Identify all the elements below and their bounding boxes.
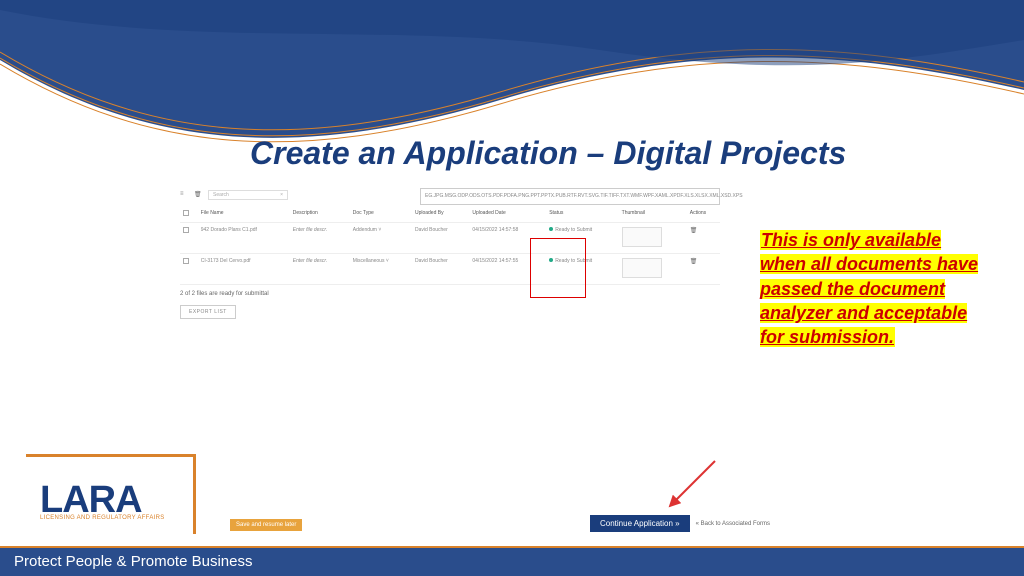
status-dot-icon (549, 227, 553, 231)
row-delete-icon[interactable]: 🗑 (690, 259, 698, 265)
col-description: Description (290, 206, 350, 223)
col-uploadeddate: Uploaded Date (469, 206, 546, 223)
thumbnail-image[interactable] (622, 227, 662, 247)
back-link[interactable]: « Back to Associated Forms (696, 521, 770, 527)
logo: LARA LICENSING AND REGULATORY AFFAIRS (40, 485, 165, 521)
table-header-row: File Name Description Doc Type Uploaded … (180, 206, 720, 223)
thumbnail-image[interactable] (622, 258, 662, 278)
status-highlight-box (530, 238, 586, 298)
arrow-icon (660, 456, 730, 516)
col-actions: Actions (687, 206, 720, 223)
file-table: File Name Description Doc Type Uploaded … (180, 206, 720, 285)
delete-icon[interactable]: 🗑 (194, 191, 202, 199)
row-checkbox[interactable] (183, 258, 189, 264)
logo-main: LARA (40, 485, 165, 515)
search-placeholder: Search (213, 192, 229, 198)
file-table-area: ≡ 🗑 Search × File Name Description Doc T… (180, 190, 740, 319)
callout-note: This is only available when all document… (760, 228, 990, 349)
continue-area: Continue Application » « Back to Associa… (590, 515, 770, 532)
cell-description[interactable]: Enter file descr. (290, 223, 350, 254)
table-toolbar: ≡ 🗑 Search × (180, 190, 740, 200)
clear-icon[interactable]: × (280, 192, 283, 198)
continue-application-button[interactable]: Continue Application » (590, 515, 690, 532)
cell-filename: 942 Dorado Plans C1.pdf (198, 223, 290, 254)
cell-uploadedby: David Boucher (412, 254, 469, 285)
col-status: Status (546, 206, 618, 223)
cell-description[interactable]: Enter file descr. (290, 254, 350, 285)
cell-doctype[interactable]: Addendum ˅ (350, 223, 412, 254)
footer-bar: Protect People & Promote Business (0, 546, 1024, 576)
row-delete-icon[interactable]: 🗑 (690, 228, 698, 234)
cell-doctype[interactable]: Miscellaneous ˅ (350, 254, 412, 285)
cell-filename: CI-3173 Del Cervo.pdf (198, 254, 290, 285)
table-row: 942 Dorado Plans C1.pdf Enter file descr… (180, 223, 720, 254)
select-all-checkbox[interactable] (183, 210, 189, 216)
cell-uploadedby: David Boucher (412, 223, 469, 254)
logo-sub: LICENSING AND REGULATORY AFFAIRS (40, 515, 165, 521)
col-uploadedby: Uploaded By (412, 206, 469, 223)
save-resume-button[interactable]: Save and resume later (230, 519, 302, 531)
page-title: Create an Application – Digital Projects (250, 135, 846, 172)
search-input[interactable]: Search × (208, 190, 288, 200)
ready-message: 2 of 2 files are ready for submittal (180, 291, 740, 297)
row-checkbox[interactable] (183, 227, 189, 233)
col-thumbnail: Thumbnail (619, 206, 687, 223)
col-filename: File Name (198, 206, 290, 223)
export-list-button[interactable]: EXPORT LIST (180, 305, 236, 319)
menu-icon[interactable]: ≡ (180, 191, 188, 199)
table-row: CI-3173 Del Cervo.pdf Enter file descr. … (180, 254, 720, 285)
col-doctype: Doc Type (350, 206, 412, 223)
